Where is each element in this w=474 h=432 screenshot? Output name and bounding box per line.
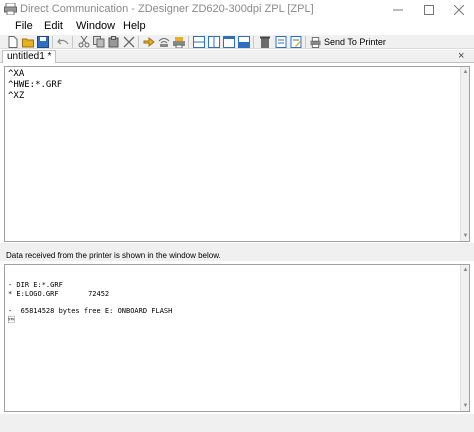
upload-icon[interactable] [143, 36, 155, 48]
response-line [8, 298, 172, 307]
save-icon[interactable] [37, 36, 49, 48]
layout-split-icon[interactable] [238, 36, 250, 48]
copy-icon[interactable] [93, 36, 105, 48]
editor-line: ^XA [8, 69, 25, 79]
editor-line: ^XZ [8, 91, 25, 101]
status-bar [0, 414, 474, 432]
close-button[interactable] [444, 0, 474, 19]
pane-splitter[interactable] [0, 243, 474, 250]
minimize-icon [393, 9, 403, 10]
delete-icon[interactable] [123, 36, 135, 48]
document-tab-bar: untitled1 * × [0, 50, 474, 63]
send-to-printer-icon [310, 36, 321, 48]
maximize-button[interactable] [414, 0, 444, 19]
tab-close-icon[interactable]: × [458, 50, 464, 62]
response-line [8, 272, 172, 281]
book-edit-icon[interactable] [290, 36, 302, 48]
printer-response-pane[interactable]: - DIR E:*.GRF * E:LOGO.GRF 72452 - 658145… [4, 264, 470, 412]
printer-response-text: - DIR E:*.GRF * E:LOGO.GRF 72452 - 658145… [8, 272, 172, 325]
title-bar: Direct Communication - ZDesigner ZD620-3… [0, 0, 474, 19]
printer-app-icon [4, 3, 17, 15]
cut-icon[interactable] [78, 36, 90, 48]
menu-file[interactable]: File [13, 20, 35, 32]
menu-help[interactable]: Help [121, 20, 148, 32]
menu-window[interactable]: Window [74, 20, 117, 32]
layout-single-icon[interactable] [223, 36, 235, 48]
tab-untitled1[interactable]: untitled1 * [2, 50, 57, 63]
toolbar-separator [72, 36, 73, 48]
paste-icon[interactable] [108, 36, 120, 48]
scroll-up-arrow-icon[interactable]: ▲ [462, 68, 469, 76]
send-to-printer-label: Send To Printer [324, 37, 386, 47]
menu-edit[interactable]: Edit [42, 20, 65, 32]
close-icon [454, 4, 464, 15]
toolbar-separator [188, 36, 189, 48]
info-bar: Data received from the printer is shown … [0, 250, 474, 261]
menu-bar: File Edit Window Help [0, 19, 474, 35]
maximize-icon [424, 4, 434, 15]
scroll-down-arrow-icon[interactable]: ▼ [462, 402, 469, 410]
open-folder-icon[interactable] [22, 36, 34, 48]
print-settings-icon[interactable] [173, 36, 185, 48]
response-line: - 65814528 bytes free E: ONBOARD FLASH [8, 307, 173, 316]
minimize-button[interactable] [383, 0, 413, 19]
toolbar-separator [253, 36, 254, 48]
undo-icon[interactable] [57, 36, 69, 48]
response-line: - DIR E:*.GRF [8, 280, 63, 289]
send-to-printer-button[interactable]: Send To Printer [307, 35, 389, 49]
new-file-icon[interactable] [7, 36, 19, 48]
wireless-icon[interactable] [158, 36, 170, 48]
zpl-editor-text[interactable]: ^XA ^HWE:*.GRF ^XZ [8, 69, 62, 102]
editor-vertical-scrollbar[interactable]: ▲ ▼ [460, 67, 469, 241]
response-vertical-scrollbar[interactable]: ▲ ▼ [460, 265, 469, 411]
toolbar-separator [138, 36, 139, 48]
layout-horizontal-icon[interactable] [193, 36, 205, 48]
response-line: * E:LOGO.GRF 72452 [8, 289, 110, 298]
toolbar: Send To Printer [0, 35, 474, 49]
book-icon[interactable] [275, 36, 287, 48]
scroll-up-arrow-icon[interactable]: ▲ [462, 266, 469, 274]
toolbar-separator [305, 36, 306, 48]
response-line:  [8, 315, 15, 324]
info-message: Data received from the printer is shown … [6, 251, 221, 260]
clear-icon[interactable] [259, 36, 271, 48]
layout-vertical-icon[interactable] [208, 36, 220, 48]
scroll-down-arrow-icon[interactable]: ▼ [462, 232, 469, 240]
toolbar-separator [52, 36, 53, 48]
editor-line: ^HWE:*.GRF [8, 80, 63, 90]
window-title: Direct Communication - ZDesigner ZD620-3… [20, 3, 314, 15]
zpl-editor[interactable]: ^XA ^HWE:*.GRF ^XZ ▲ ▼ [4, 66, 470, 242]
